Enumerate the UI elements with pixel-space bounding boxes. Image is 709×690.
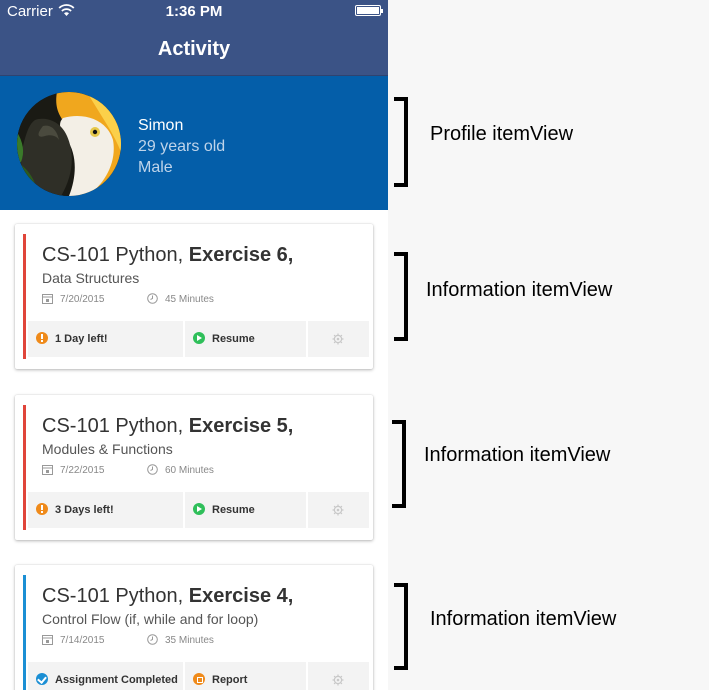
exercise-card[interactable]: CS-101 Python, Exercise 5, Modules & Fun… <box>15 395 373 540</box>
report-button[interactable]: Report <box>185 662 306 690</box>
card-status-stripe <box>23 405 26 530</box>
calendar-icon <box>42 635 53 645</box>
exercise-card[interactable]: CS-101 Python, Exercise 6, Data Structur… <box>15 224 373 369</box>
page-title: Activity <box>157 38 231 60</box>
report-icon <box>193 673 205 685</box>
profile-annotation: Profile itemView <box>430 123 574 145</box>
card-status-stripe <box>23 575 26 690</box>
settings-button[interactable] <box>308 662 369 690</box>
settings-button[interactable] <box>308 492 369 528</box>
info-bracket-1 <box>394 252 408 341</box>
card-title: CS-101 Python, Exercise 5, <box>42 415 294 437</box>
gear-icon <box>332 674 344 686</box>
gear-icon <box>332 504 344 516</box>
resume-button[interactable]: Resume <box>185 492 306 528</box>
check-icon <box>36 673 48 685</box>
info-annotation-1: Information itemView <box>426 279 613 301</box>
nav-bar: Activity <box>0 24 388 76</box>
profile-name: Simon <box>138 117 184 134</box>
info-annotation-2: Information itemView <box>424 444 611 466</box>
info-bracket-2 <box>392 420 406 508</box>
exercise-card[interactable]: CS-101 Python, Exercise 4, Control Flow … <box>15 565 373 690</box>
card-duration: 45 Minutes <box>147 293 214 305</box>
completion-status: Assignment Completed <box>28 662 183 690</box>
profile-age: 29 years old <box>138 138 226 155</box>
card-actions: 3 Days left! Resume <box>28 492 369 528</box>
card-subtitle: Control Flow (if, while and for loop) <box>42 611 259 627</box>
profile-bracket <box>394 97 408 187</box>
card-subtitle: Data Structures <box>42 270 140 286</box>
parrot-avatar-image <box>17 92 121 196</box>
card-date: 7/14/2015 <box>42 634 105 646</box>
info-bracket-3 <box>394 583 408 670</box>
clock-icon <box>147 464 158 475</box>
battery-icon <box>355 5 383 16</box>
warning-icon <box>36 503 48 515</box>
info-annotation-3: Information itemView <box>430 608 617 630</box>
resume-button[interactable]: Resume <box>185 321 306 357</box>
card-duration: 35 Minutes <box>147 634 214 646</box>
profile-info: Simon 29 years old Male <box>138 115 225 178</box>
card-duration: 60 Minutes <box>147 464 214 476</box>
status-time: 1:36 PM <box>165 3 223 20</box>
profile-item-view[interactable]: Simon 29 years old Male <box>0 76 388 210</box>
card-status-stripe <box>23 234 26 359</box>
profile-gender: Male <box>138 159 173 176</box>
deadline-status: 1 Day left! <box>28 321 183 357</box>
clock-icon <box>147 634 158 645</box>
card-date: 7/22/2015 <box>42 464 105 476</box>
gear-icon <box>332 333 344 345</box>
calendar-icon <box>42 294 53 304</box>
phone-screen: Carrier 1:36 PM Activity Simon 29 years … <box>0 0 388 690</box>
card-title: CS-101 Python, Exercise 4, <box>42 585 294 607</box>
card-subtitle: Modules & Functions <box>42 441 173 457</box>
card-actions: Assignment Completed Report <box>28 662 369 690</box>
card-date: 7/20/2015 <box>42 293 105 305</box>
settings-button[interactable] <box>308 321 369 357</box>
deadline-status: 3 Days left! <box>28 492 183 528</box>
card-actions: 1 Day left! Resume <box>28 321 369 357</box>
play-icon <box>193 332 205 344</box>
clock-icon <box>147 293 158 304</box>
status-bar: Carrier 1:36 PM <box>0 0 388 24</box>
card-title: CS-101 Python, Exercise 6, <box>42 244 294 266</box>
avatar <box>17 92 121 196</box>
calendar-icon <box>42 465 53 475</box>
play-icon <box>193 503 205 515</box>
warning-icon <box>36 332 48 344</box>
